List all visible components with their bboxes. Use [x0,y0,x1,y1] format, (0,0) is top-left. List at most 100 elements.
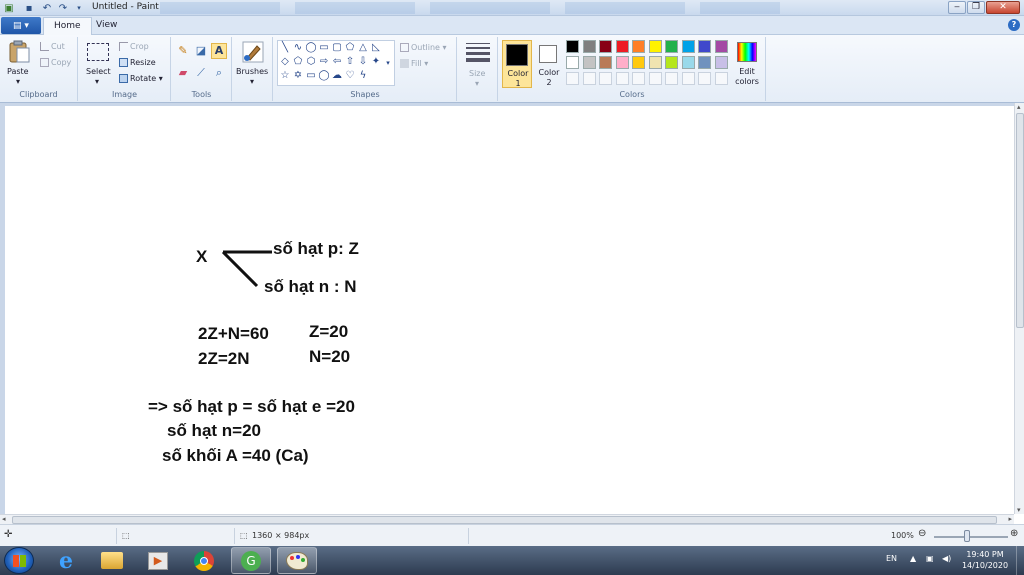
magnifier-icon[interactable]: ⌕ [211,65,227,81]
palette-swatch[interactable] [648,40,662,53]
zoom-slider-thumb[interactable] [964,530,970,542]
palette-empty-swatch[interactable] [632,72,645,85]
drawing-canvas[interactable]: X số hạt p: Z số hạt n : N 2Z+N=60 2Z=2N… [5,106,1014,514]
callout-rect-shape-icon[interactable]: ▭ [305,70,317,82]
brushes-dropdown-icon[interactable]: ▾ [250,77,254,86]
five-point-star-shape-icon[interactable]: ☆ [279,70,291,82]
horizontal-scroll-thumb[interactable] [12,516,997,524]
palette-swatch[interactable] [566,40,579,53]
palette-swatch[interactable] [632,56,645,69]
palette-swatch[interactable] [681,56,695,69]
resize-button[interactable]: Resize [119,58,156,67]
hexagon-shape-icon[interactable]: ⬡ [305,56,317,68]
taskbar-ie[interactable]: e [46,547,86,574]
palette-empty-swatch[interactable] [665,72,678,85]
callout-oval-shape-icon[interactable]: ◯ [318,70,330,82]
copy-button[interactable]: Copy [40,58,71,67]
zoom-out-icon[interactable]: ⊖ [918,528,926,539]
eraser-icon[interactable]: ▰ [175,65,191,81]
palette-swatch[interactable] [566,56,579,69]
color2-button[interactable]: Color 2 [536,40,562,88]
scroll-up-icon[interactable]: ▴ [1017,103,1021,111]
minimize-button[interactable]: ‒ [948,1,966,14]
rotate-button[interactable]: Rotate ▾ [119,74,163,83]
help-icon[interactable]: ? [1008,19,1020,31]
size-button[interactable]: Size ▾ [462,39,494,88]
vertical-scroll-thumb[interactable] [1016,113,1024,328]
scroll-down-icon[interactable]: ▾ [1017,506,1021,514]
rectangle-shape-icon[interactable]: ▭ [318,42,330,54]
close-button[interactable]: ✕ [986,1,1020,14]
palette-empty-swatch[interactable] [714,72,728,85]
palette-swatch[interactable] [698,56,711,69]
vertical-scrollbar[interactable]: ▴ ▾ [1014,103,1024,514]
taskbar-paint[interactable] [277,547,317,574]
palette-swatch[interactable] [665,40,678,53]
palette-swatch[interactable] [599,56,612,69]
tab-home[interactable]: Home [43,17,92,35]
fill-button[interactable]: Fill ▾ [400,59,428,68]
show-desktop-button[interactable] [1016,546,1024,575]
scroll-right-icon[interactable]: ▸ [1008,515,1012,523]
down-arrow-shape-icon[interactable]: ⇩ [357,56,369,68]
fill-bucket-icon[interactable]: ◪ [193,43,209,59]
pencil-icon[interactable]: ✎ [175,43,191,59]
tab-view[interactable]: View [86,17,127,35]
palette-swatch[interactable] [615,56,629,69]
horizontal-scrollbar[interactable]: ◂ ▸ [0,514,1014,524]
right-arrow-shape-icon[interactable]: ⇨ [318,56,330,68]
language-indicator[interactable]: EN [886,554,897,563]
pentagon-shape-icon[interactable]: ⬠ [292,56,304,68]
palette-swatch[interactable] [714,40,728,53]
size-dropdown-icon[interactable]: ▾ [475,79,479,88]
polygon-shape-icon[interactable]: ⬠ [344,42,356,54]
text-tool-icon[interactable]: A [211,43,227,59]
paste-button[interactable]: Paste ▾ [4,39,34,87]
crop-button[interactable]: Crop [119,42,149,51]
palette-empty-swatch[interactable] [599,72,612,85]
zoom-slider-track[interactable] [934,536,1008,538]
file-menu-button[interactable]: ▤ ▾ [1,17,41,34]
palette-empty-swatch[interactable] [615,72,629,85]
cut-button[interactable]: Cut [40,42,65,51]
up-arrow-shape-icon[interactable]: ⇧ [344,56,356,68]
triangle-shape-icon[interactable]: △ [357,42,369,54]
clock[interactable]: 19:40 PM 14/10/2020 [960,549,1010,571]
taskbar-app-green[interactable]: G [231,547,271,574]
undo-icon[interactable]: ↶ [40,1,54,15]
palette-empty-swatch[interactable] [698,72,711,85]
right-triangle-shape-icon[interactable]: ◺ [370,42,382,54]
show-hidden-icons-icon[interactable]: ▲ [910,554,916,563]
curve-shape-icon[interactable]: ∿ [292,42,304,54]
start-button[interactable] [4,547,34,574]
customize-quick-access-icon[interactable]: ▾ [72,1,86,15]
four-point-star-shape-icon[interactable]: ✦ [370,56,382,68]
taskbar-media[interactable]: ▶ [138,547,178,574]
palette-swatch[interactable] [681,40,695,53]
palette-swatch[interactable] [582,40,596,53]
palette-swatch[interactable] [698,40,711,53]
heart-shape-icon[interactable]: ♡ [344,70,356,82]
palette-swatch[interactable] [615,40,629,53]
taskbar-explorer[interactable] [92,547,132,574]
palette-empty-swatch[interactable] [681,72,695,85]
redo-icon[interactable]: ↷ [56,1,70,15]
taskbar-chrome[interactable] [184,547,224,574]
outline-button[interactable]: Outline ▾ [400,43,447,52]
select-dropdown-icon[interactable]: ▾ [95,77,99,86]
brushes-button[interactable]: Brushes ▾ [235,39,271,87]
color-picker-icon[interactable]: ⟋ [193,65,209,81]
palette-swatch[interactable] [582,56,596,69]
line-shape-icon[interactable]: ╲ [279,42,291,54]
palette-swatch[interactable] [665,56,678,69]
save-icon[interactable]: ▪ [22,1,36,15]
oval-shape-icon[interactable]: ◯ [305,42,317,54]
callout-cloud-shape-icon[interactable]: ☁ [331,70,343,82]
color1-button[interactable]: Color 1 [502,40,532,88]
palette-empty-swatch[interactable] [582,72,596,85]
palette-swatch[interactable] [599,40,612,53]
zoom-in-icon[interactable]: ⊕ [1010,528,1018,539]
palette-empty-swatch[interactable] [566,72,579,85]
shapes-scroll-icon[interactable]: ▾ [382,57,394,69]
lightning-shape-icon[interactable]: ϟ [357,70,369,82]
